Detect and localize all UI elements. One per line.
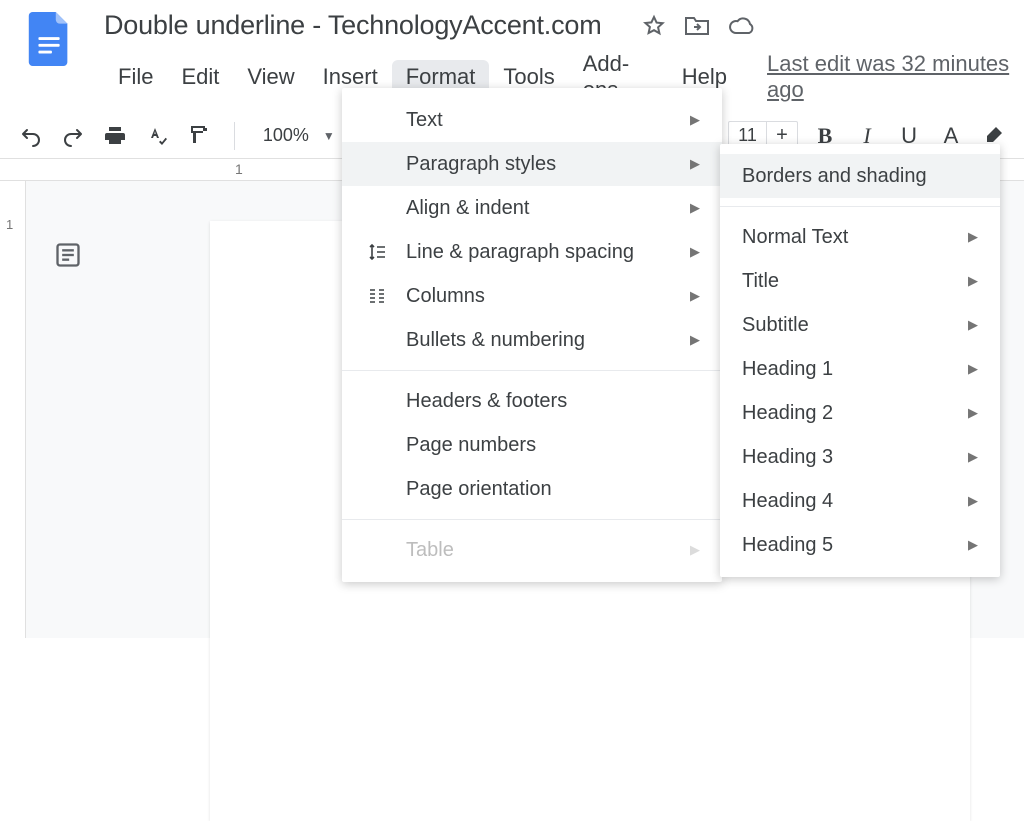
submenu-arrow-icon: ▶ [968,449,978,465]
submenu-arrow-icon: ▶ [690,288,700,304]
menu-item-page-numbers[interactable]: Page numbers [342,423,722,467]
caret-down-icon: ▼ [323,129,335,143]
menu-edit[interactable]: Edit [167,60,233,94]
google-docs-logo-icon[interactable] [28,12,78,62]
submenu-item-borders-shading[interactable]: Borders and shading [720,154,1000,198]
submenu-arrow-icon: ▶ [968,361,978,377]
redo-icon[interactable] [58,120,88,152]
submenu-arrow-icon: ▶ [968,317,978,333]
submenu-arrow-icon: ▶ [690,542,700,558]
submenu-item-title[interactable]: Title▶ [720,259,1000,303]
move-to-folder-icon[interactable] [684,15,710,37]
submenu-item-heading-2[interactable]: Heading 2▶ [720,391,1000,435]
menu-item-text[interactable]: Text▶ [342,98,722,142]
menu-item-align-indent[interactable]: Align & indent▶ [342,186,722,230]
submenu-arrow-icon: ▶ [968,537,978,553]
submenu-item-heading-4[interactable]: Heading 4▶ [720,479,1000,523]
menu-separator [342,519,722,520]
zoom-value: 100% [263,125,309,146]
print-icon[interactable] [100,120,130,152]
submenu-arrow-icon: ▶ [968,405,978,421]
separator [234,122,235,150]
paragraph-styles-submenu: Borders and shading Normal Text▶ Title▶ … [720,144,1000,577]
menu-item-columns[interactable]: Columns▶ [342,274,722,318]
submenu-arrow-icon: ▶ [690,156,700,172]
undo-icon[interactable] [16,120,46,152]
submenu-arrow-icon: ▶ [690,200,700,216]
format-menu-panel: Text▶ Paragraph styles▶ Align & indent▶ … [342,88,722,582]
menu-item-line-spacing[interactable]: Line & paragraph spacing▶ [342,230,722,274]
submenu-arrow-icon: ▶ [968,273,978,289]
vruler-mark: 1 [6,217,13,232]
menu-separator [342,370,722,371]
menu-item-page-orientation[interactable]: Page orientation [342,467,722,511]
star-icon[interactable] [642,14,666,38]
menu-view[interactable]: View [233,60,308,94]
paint-format-icon[interactable] [184,120,214,152]
line-spacing-icon [364,242,390,262]
submenu-arrow-icon: ▶ [968,229,978,245]
zoom-dropdown[interactable]: 100% ▼ [255,125,343,146]
submenu-arrow-icon: ▶ [690,112,700,128]
submenu-item-heading-1[interactable]: Heading 1▶ [720,347,1000,391]
last-edit-link[interactable]: Last edit was 32 minutes ago [767,51,1014,103]
spellcheck-icon[interactable] [142,120,172,152]
menu-item-table: Table▶ [342,528,722,572]
submenu-arrow-icon: ▶ [690,332,700,348]
submenu-item-normal-text[interactable]: Normal Text▶ [720,215,1000,259]
columns-icon [364,286,390,306]
menu-item-bullets-numbering[interactable]: Bullets & numbering▶ [342,318,722,362]
document-outline-icon[interactable] [54,241,84,271]
submenu-item-heading-5[interactable]: Heading 5▶ [720,523,1000,567]
submenu-arrow-icon: ▶ [690,244,700,260]
menu-file[interactable]: File [104,60,167,94]
document-title[interactable]: Double underline - TechnologyAccent.com [104,10,602,41]
menu-separator [720,206,1000,207]
menu-item-paragraph-styles[interactable]: Paragraph styles▶ [342,142,722,186]
submenu-arrow-icon: ▶ [968,493,978,509]
submenu-item-heading-3[interactable]: Heading 3▶ [720,435,1000,479]
vertical-ruler[interactable]: 1 [0,181,26,638]
menu-item-headers-footers[interactable]: Headers & footers [342,379,722,423]
submenu-item-subtitle[interactable]: Subtitle▶ [720,303,1000,347]
cloud-status-icon[interactable] [728,16,756,36]
ruler-mark: 1 [235,161,243,177]
